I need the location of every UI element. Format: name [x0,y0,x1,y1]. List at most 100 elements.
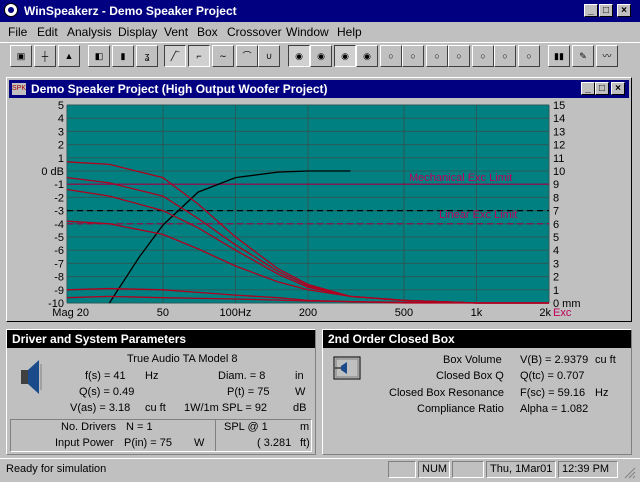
y-tick-left: 0 dB [41,166,64,178]
menu-bar: File Edit Analysis Display Vent Box Cros… [0,22,640,40]
status-time: 12:39 PM [558,461,618,478]
box-w-icon[interactable]: ◉ [288,45,310,67]
drivers-label: No. Drivers [61,421,117,433]
y-tick-left: -8 [54,272,64,284]
diam-value[interactable]: Diam. = 8 [218,370,265,382]
fs-value[interactable]: f(s) = 41 [85,370,126,382]
qs-value[interactable]: Q(s) = 0.49 [79,386,134,398]
status-field-empty [388,461,416,478]
y-tick-left: -7 [54,258,64,270]
y-tick-left: 1 [58,153,64,165]
box-2-icon[interactable]: ◉ [334,45,356,67]
ear-icon[interactable]: ʓ [136,45,158,67]
y-tick-right: 15 [553,101,565,112]
child-maximize-button[interactable]: □ [595,82,609,95]
menu-file[interactable]: File [8,25,27,39]
box-10-icon[interactable]: ○ [518,45,540,67]
box-6-icon[interactable]: ○ [426,45,448,67]
driver-icon[interactable]: ◧ [88,45,110,67]
spl-value[interactable]: 1W/1m SPL = 92 [184,402,267,414]
y-tick-left: -3 [54,206,64,218]
maximize-button[interactable]: □ [599,4,613,17]
menu-window[interactable]: Window [286,25,329,39]
compliance-value[interactable]: Alpha = 1.082 [520,403,588,415]
status-date: Thu, 1Mar01 [486,461,556,478]
y-tick-right: 5 [553,232,559,244]
power-value[interactable]: P(in) = 75 [124,437,172,449]
box-4-icon[interactable]: ○ [380,45,402,67]
y-tick-right: 10 [553,166,565,178]
speaker-icon[interactable]: ▮ [112,45,134,67]
menu-crossover[interactable]: Crossover [227,25,282,39]
closed-box-icon [333,356,361,380]
box-resonance-label: Closed Box Resonance [389,387,504,399]
vas-value[interactable]: V(as) = 3.18 [70,402,130,414]
box-1-icon[interactable]: ◉ [310,45,332,67]
menu-box[interactable]: Box [197,25,218,39]
y-tick-right: 4 [553,245,559,257]
y-tick-left: 5 [58,101,64,112]
box-panel-title: 2nd Order Closed Box [323,330,631,348]
box-q-label: Closed Box Q [436,370,504,382]
annotation-linear: Linear Exc Limit [439,209,517,221]
box-7-icon[interactable]: ○ [448,45,470,67]
notch-icon[interactable]: ∪ [258,45,280,67]
close-button[interactable]: × [617,4,631,17]
project-title: Demo Speaker Project (High Output Woofer… [31,82,328,96]
pt-value[interactable]: P(t) = 75 [227,386,270,398]
speaker-icon [19,358,43,398]
y-tick-left: -6 [54,245,64,257]
bars-icon[interactable]: ▮▮ [548,45,570,67]
status-field-empty-2 [452,461,484,478]
box-q-value[interactable]: Q(tc) = 0.707 [520,370,585,382]
x-tick: 200 [299,307,317,319]
y-tick-right: 7 [553,206,559,218]
spl-ft-value: ( 3.281 [257,437,292,449]
project-window: SPK Demo Speaker Project (High Output Wo… [6,77,632,322]
box-3-icon[interactable]: ◉ [356,45,378,67]
menu-help[interactable]: Help [337,25,362,39]
menu-analysis[interactable]: Analysis [67,25,112,39]
pt-unit: W [295,386,306,398]
box-8-icon[interactable]: ○ [472,45,494,67]
spl-at-value[interactable]: SPL @ 1 [224,421,268,433]
annotation-mechanical: Mechanical Exc Limit [409,172,512,184]
car-icon[interactable]: ▲ [58,45,80,67]
y-tick-right: 9 [553,179,559,191]
spl-unit: dB [293,402,307,414]
edit-icon[interactable]: ✎ [572,45,594,67]
lowpass-icon[interactable]: ⌒ [236,45,258,67]
box-volume-unit: cu ft [595,354,616,366]
y-tick-right: 3 [553,258,559,270]
y-tick-left: 4 [58,113,64,125]
x-tick: 2k [539,307,551,319]
menu-display[interactable]: Display [118,25,157,39]
schematic-icon[interactable]: ┼ [34,45,56,67]
app-titlebar: WinSpeakerz - Demo Speaker Project _ □ × [0,0,640,22]
driver-model: True Audio TA Model 8 [127,353,238,365]
wave-icon[interactable]: 〰 [596,45,618,67]
y-tick-left: 2 [58,140,64,152]
resize-grip-icon[interactable] [622,465,636,479]
child-minimize-button[interactable]: _ [581,82,595,95]
box-resonance-unit: Hz [595,387,609,399]
menu-vent[interactable]: Vent [164,25,188,39]
power-unit: W [194,437,205,449]
box-9-icon[interactable]: ○ [494,45,516,67]
child-close-button[interactable]: × [611,82,625,95]
document-icon[interactable]: SPK [12,83,26,95]
compliance-label: Compliance Ratio [417,403,504,415]
app-icon[interactable] [4,3,18,17]
box-volume-value[interactable]: V(B) = 2.9379 [520,354,588,366]
open-icon[interactable]: ▣ [10,45,32,67]
status-text: Ready for simulation [6,463,107,475]
minimize-button[interactable]: _ [584,4,598,17]
spl-at-unit: m [300,421,310,433]
box-5-icon[interactable]: ○ [402,45,424,67]
highpass-icon[interactable]: ⌐ [188,45,210,67]
response-icon[interactable]: ╱‾ [164,45,186,67]
box-resonance-value[interactable]: F(sc) = 59.16 [520,387,585,399]
bandpass-icon[interactable]: ∼ [212,45,234,67]
menu-edit[interactable]: Edit [37,25,58,39]
drivers-value[interactable]: N = 1 [126,421,153,433]
